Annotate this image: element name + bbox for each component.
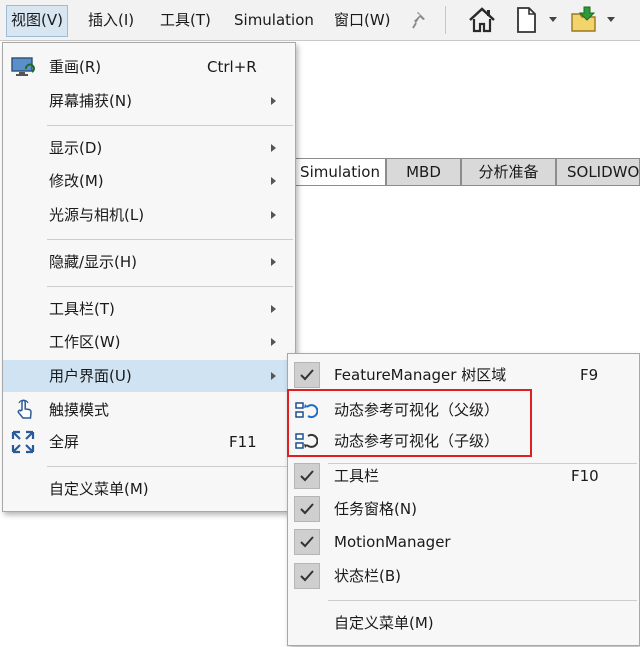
submenu-item-task-pane[interactable]: 任务窗格(N) <box>288 493 639 525</box>
menu-separator <box>47 125 293 126</box>
menu-insert[interactable]: 插入(I) <box>84 5 138 35</box>
checked-box <box>294 529 320 555</box>
menu-separator <box>47 239 293 240</box>
submenu-arrow-icon <box>271 258 276 266</box>
checked-box <box>294 563 320 589</box>
checked-box <box>294 496 320 522</box>
tab-solidworks[interactable]: SOLIDWO <box>556 158 640 185</box>
menu-bar: 视图(V) 插入(I) 工具(T) Simulation 窗口(W) <box>0 0 640 41</box>
menu-tools[interactable]: 工具(T) <box>156 5 215 35</box>
shortcut-label: F11 <box>229 433 257 451</box>
shortcut-label: F9 <box>580 366 599 384</box>
menu-item-modify[interactable]: 修改(M) <box>3 165 295 197</box>
shortcut-label: Ctrl+R <box>207 58 257 76</box>
checkmark-icon <box>300 369 314 381</box>
fullscreen-icon <box>11 430 35 454</box>
menu-item-workspace[interactable]: 工作区(W) <box>3 326 295 358</box>
submenu-arrow-icon <box>271 144 276 152</box>
checkmark-icon <box>300 470 314 482</box>
checkmark-icon <box>300 503 314 515</box>
tabs-baseline <box>294 185 640 186</box>
checked-box <box>294 463 320 489</box>
open-document-icon[interactable] <box>568 4 600 36</box>
menu-item-label: 工作区(W) <box>49 333 121 351</box>
pin-icon[interactable] <box>410 9 432 31</box>
menu-item-user-interface[interactable]: 用户界面(U) <box>3 360 295 392</box>
menu-item-label: 触摸模式 <box>49 401 110 419</box>
menu-item-display[interactable]: 显示(D) <box>3 132 295 164</box>
menu-separator <box>47 286 293 287</box>
submenu-arrow-icon <box>271 372 276 380</box>
menu-item-label: 用户界面(U) <box>49 367 132 385</box>
menu-item-label: FeatureManager 树区域 <box>334 366 507 384</box>
menu-item-label: 自定义菜单(M) <box>334 614 434 632</box>
tab-analysis-prep[interactable]: 分析准备 <box>461 158 556 185</box>
annotation-highlight-box <box>287 389 532 457</box>
menu-item-touch-mode[interactable]: 触摸模式 <box>3 394 295 426</box>
menu-item-label: 修改(M) <box>49 172 104 190</box>
menu-item-customize-menu[interactable]: 自定义菜单(M) <box>3 473 295 505</box>
redraw-monitor-icon <box>11 57 35 76</box>
menu-item-label: 屏幕捕获(N) <box>49 92 132 110</box>
menu-item-redraw[interactable]: 重画(R) Ctrl+R <box>3 51 295 83</box>
menu-item-label: 任务窗格(N) <box>334 500 417 518</box>
touch-hand-icon <box>17 399 32 419</box>
checkmark-icon <box>300 536 314 548</box>
shortcut-label: F10 <box>571 467 599 485</box>
submenu-item-featuremanager-tree[interactable]: FeatureManager 树区域 F9 <box>288 359 639 391</box>
menu-separator <box>328 600 637 601</box>
menu-separator <box>47 466 293 467</box>
checked-box <box>294 362 320 388</box>
menu-item-label: MotionManager <box>334 533 451 551</box>
submenu-item-motionmanager[interactable]: MotionManager <box>288 526 639 558</box>
submenu-item-toolbars[interactable]: 工具栏 F10 <box>288 460 639 492</box>
menu-item-label: 自定义菜单(M) <box>49 480 149 498</box>
menu-item-label: 工具栏 <box>334 467 380 485</box>
menu-item-label: 光源与相机(L) <box>49 206 145 224</box>
tab-mbd[interactable]: MBD <box>386 158 461 185</box>
submenu-arrow-icon <box>271 177 276 185</box>
open-dropdown-caret-icon[interactable] <box>607 17 615 22</box>
submenu-arrow-icon <box>271 305 276 313</box>
menu-item-lights-cameras[interactable]: 光源与相机(L) <box>3 199 295 231</box>
new-document-icon[interactable] <box>510 4 542 36</box>
submenu-arrow-icon <box>271 97 276 105</box>
menu-item-label: 隐藏/显示(H) <box>49 253 138 271</box>
menu-view[interactable]: 视图(V) <box>6 5 68 37</box>
menu-item-label: 全屏 <box>49 433 80 451</box>
menu-item-label: 状态栏(B) <box>334 567 401 585</box>
submenu-item-customize-menu[interactable]: 自定义菜单(M) <box>288 607 639 639</box>
menu-item-toolbars[interactable]: 工具栏(T) <box>3 293 295 325</box>
menu-item-hide-show[interactable]: 隐藏/显示(H) <box>3 246 295 278</box>
menu-item-fullscreen[interactable]: 全屏 F11 <box>3 426 295 458</box>
menu-window[interactable]: 窗口(W) <box>330 5 395 35</box>
checkmark-icon <box>300 570 314 582</box>
submenu-arrow-icon <box>271 338 276 346</box>
submenu-item-status-bar[interactable]: 状态栏(B) <box>288 560 639 592</box>
toolbar-separator <box>445 6 446 34</box>
menu-item-label: 显示(D) <box>49 139 103 157</box>
new-dropdown-caret-icon[interactable] <box>549 17 557 22</box>
submenu-arrow-icon <box>271 211 276 219</box>
view-menu: 重画(R) Ctrl+R 屏幕捕获(N) 显示(D) 修改(M) 光源与相机(L… <box>2 42 296 512</box>
menu-item-label: 重画(R) <box>49 58 102 76</box>
menu-item-screen-capture[interactable]: 屏幕捕获(N) <box>3 85 295 117</box>
menu-item-label: 工具栏(T) <box>49 300 115 318</box>
home-icon[interactable] <box>466 4 498 36</box>
tab-simulation[interactable]: Simulation <box>294 158 386 185</box>
menu-simulation[interactable]: Simulation <box>230 5 318 35</box>
